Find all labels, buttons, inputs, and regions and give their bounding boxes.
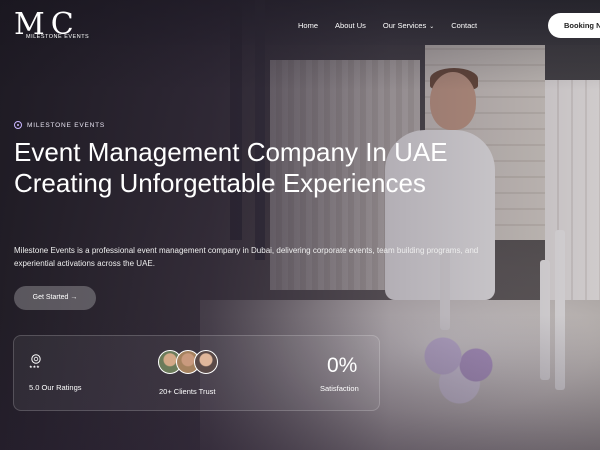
stat-clients-label: 20+ Clients Trust [159,387,216,396]
stat-satisfaction: 0% Satisfaction [282,336,382,412]
stat-ratings: ★★★ 5.0 Our Ratings [14,336,114,412]
nav-contact[interactable]: Contact [451,21,477,30]
client-avatars [158,350,218,374]
svg-text:★★★: ★★★ [29,364,40,369]
stat-satisfaction-label: Satisfaction [320,384,359,393]
stat-satisfaction-value: 0% [327,354,358,377]
nav-about-us[interactable]: About Us [335,21,366,30]
rating-badge-icon: ★★★ [29,354,41,369]
avatar [194,350,218,374]
target-icon [14,121,22,129]
nav-our-services[interactable]: Our Services ⌄ [383,21,434,30]
brand-logo[interactable]: MC MILESTONE EVENTS [14,10,92,46]
get-started-button[interactable]: Get Started → [14,286,96,310]
stat-clients: 20+ Clients Trust [132,336,282,412]
hero-description: Milestone Events is a professional event… [14,246,479,268]
logo-text: MILESTONE EVENTS [24,34,92,40]
booking-button[interactable]: Booking N [548,13,600,38]
stats-card: ★★★ 5.0 Our Ratings 20+ Clients Trust 0%… [13,335,380,411]
stat-ratings-label: 5.0 Our Ratings [29,383,82,392]
chevron-down-icon: ⌄ [429,24,435,30]
nav-our-services-label: Our Services [382,21,427,30]
main-nav: Home About Us Our Services ⌄ Contact [298,21,494,30]
hero-eyebrow: MILESTONE EVENTS [14,121,105,129]
eyebrow-text: MILESTONE EVENTS [27,121,106,129]
nav-home[interactable]: Home [298,21,318,30]
hero-title: Event Management Company In UAE Creating… [14,137,448,198]
